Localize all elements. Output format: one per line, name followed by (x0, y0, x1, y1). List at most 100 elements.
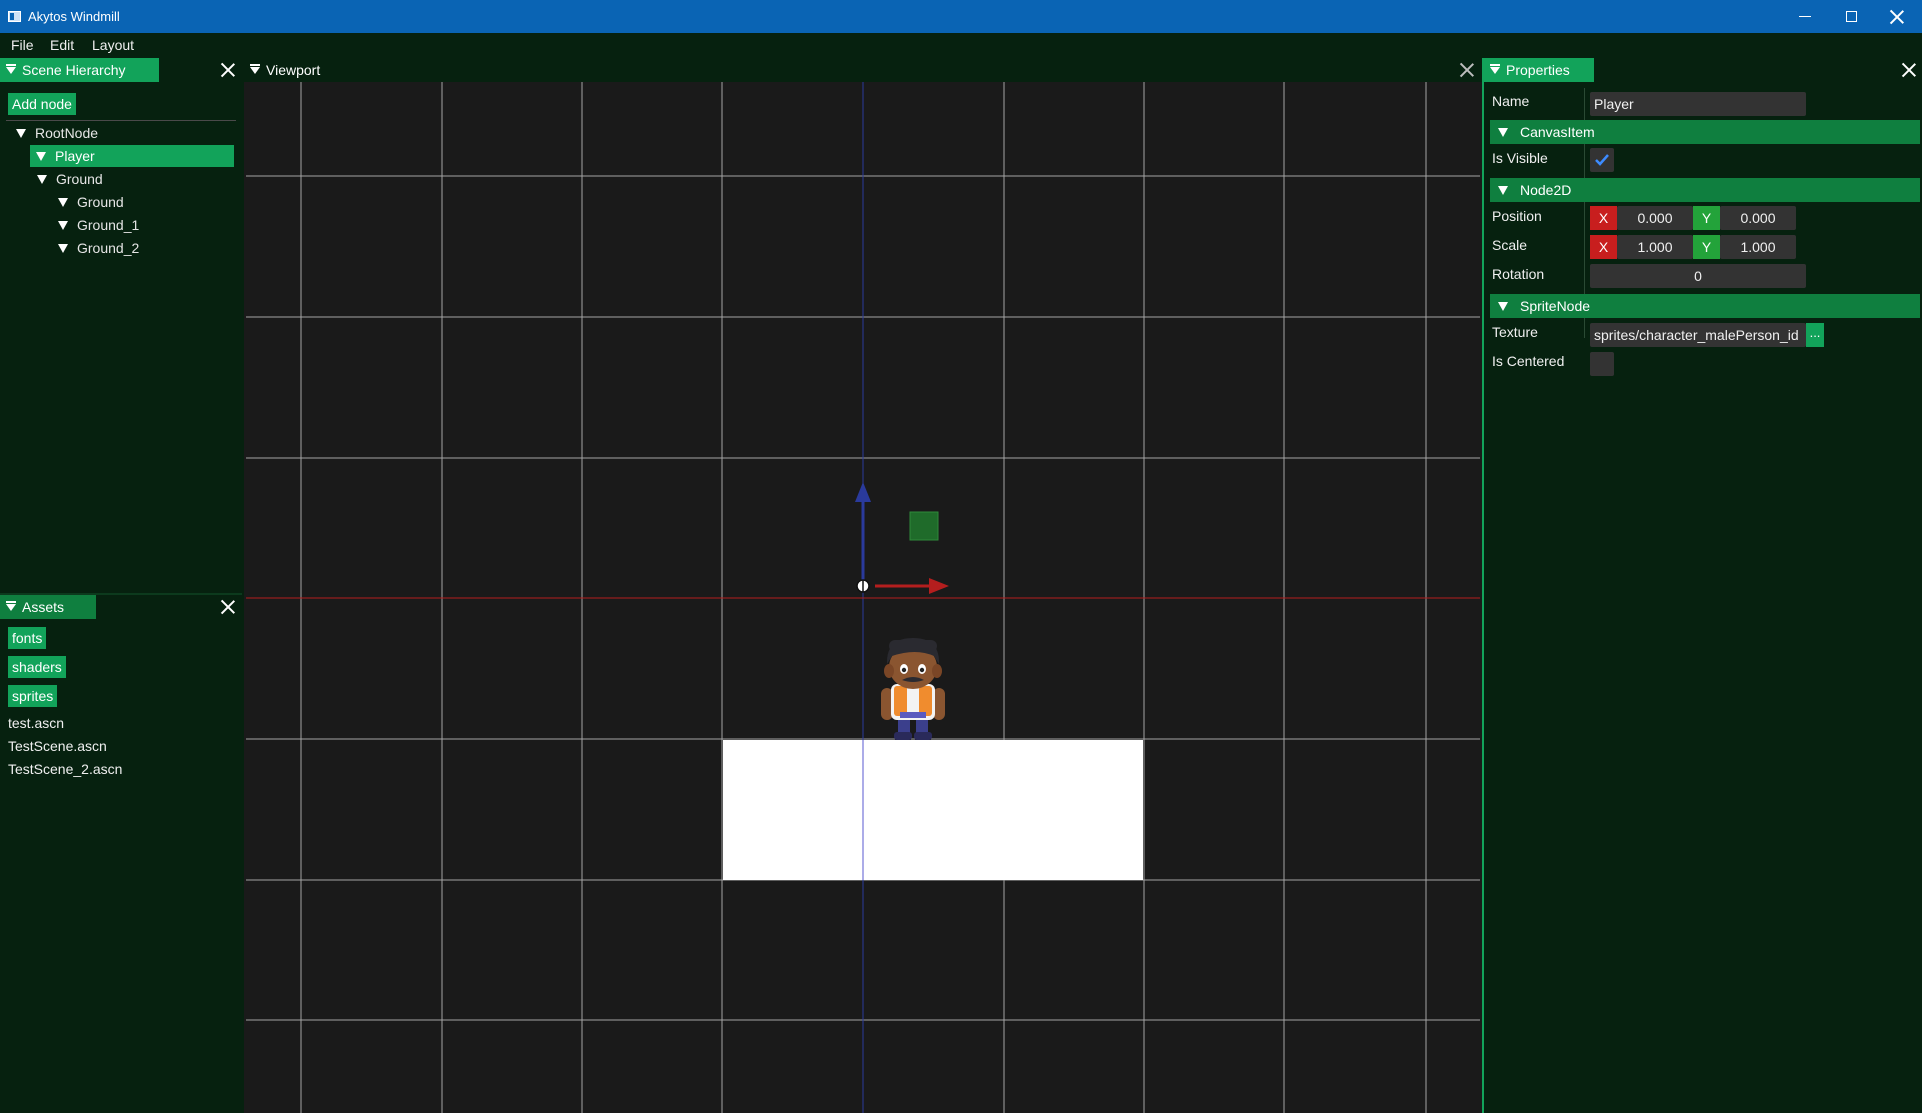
close-icon (1890, 10, 1904, 24)
collapse-menu-icon[interactable] (6, 63, 16, 74)
section-label: Node2D (1520, 182, 1572, 198)
tree-item-player[interactable]: Player (30, 145, 234, 167)
tree-item-label: Ground_2 (77, 240, 140, 256)
collapse-menu-icon[interactable] (6, 600, 16, 611)
tree-item-label: Ground (77, 194, 124, 210)
name-label: Name (1492, 93, 1530, 109)
tab-label: Scene Hierarchy (22, 62, 126, 78)
texture-field[interactable]: sprites/character_malePerson_id (1590, 323, 1806, 347)
section-label: SpriteNode (1520, 298, 1591, 314)
scale-x-field[interactable]: 1.000 (1617, 235, 1693, 259)
tree-item-ground[interactable]: Ground (37, 168, 103, 190)
section-canvasitem[interactable]: CanvasItem (1490, 120, 1920, 144)
tab-viewport[interactable]: Viewport (244, 58, 334, 82)
close-icon (1460, 63, 1474, 77)
position-y-badge: Y (1693, 206, 1720, 230)
add-node-button[interactable]: Add node (8, 93, 76, 115)
is-centered-label: Is Centered (1492, 353, 1565, 369)
maximize-icon (1845, 11, 1857, 22)
tree-item-label: Player (55, 148, 95, 164)
scale-label: Scale (1492, 237, 1528, 253)
folder-shaders[interactable]: shaders (8, 656, 66, 678)
expand-arrow-icon[interactable] (58, 197, 68, 207)
gizmo-y-arrow-head (855, 482, 871, 502)
expand-arrow-icon[interactable] (1498, 301, 1508, 311)
menu-edit[interactable]: Edit (50, 37, 74, 53)
tab-assets[interactable]: Assets (0, 595, 96, 619)
expand-arrow-icon[interactable] (1498, 185, 1508, 195)
app-icon (8, 11, 21, 22)
viewport-panel: Viewport (242, 58, 1482, 1113)
tab-label: Viewport (266, 62, 321, 78)
close-icon (1902, 63, 1916, 77)
tree-item-ground-1[interactable]: Ground_1 (58, 214, 139, 236)
is-centered-checkbox[interactable] (1590, 352, 1614, 376)
tree-item-label: Ground (56, 171, 103, 187)
gizmo-x-arrow-head (929, 578, 949, 594)
asset-file-test[interactable]: test.ascn (8, 715, 64, 731)
expand-arrow-icon[interactable] (58, 220, 68, 230)
position-x-field[interactable]: 0.000 (1617, 206, 1693, 230)
menu-file[interactable]: File (11, 37, 34, 53)
ground-sprite (723, 740, 1143, 880)
tab-label: Assets (22, 599, 65, 615)
asset-file-testscene-2[interactable]: TestScene_2.ascn (8, 761, 122, 777)
folder-sprites[interactable]: sprites (8, 685, 58, 707)
tree-item-label: Ground_1 (77, 217, 140, 233)
close-icon (221, 63, 235, 77)
close-window-button[interactable] (1874, 0, 1920, 33)
tree-item-rootnode[interactable]: RootNode (16, 122, 98, 144)
scale-y-field[interactable]: 1.000 (1720, 235, 1796, 259)
tab-properties[interactable]: Properties (1484, 58, 1594, 82)
scene-hierarchy-panel: Scene Hierarchy Add node RootNode Player… (0, 58, 242, 591)
panel-header: Assets (0, 593, 242, 619)
minimize-button[interactable] (1782, 0, 1828, 33)
expand-arrow-icon[interactable] (58, 243, 68, 253)
section-node2d[interactable]: Node2D (1490, 178, 1920, 202)
texture-label: Texture (1492, 324, 1538, 340)
minimize-icon (1799, 16, 1811, 17)
properties-panel: Properties Name Player CanvasItem Is Vis… (1482, 58, 1922, 1113)
divider (6, 120, 236, 121)
menu-layout[interactable]: Layout (92, 37, 134, 53)
expand-arrow-icon[interactable] (37, 174, 47, 184)
folder-fonts[interactable]: fonts (8, 627, 47, 649)
tree-item-ground-2[interactable]: Ground_2 (58, 237, 139, 259)
checkmark-icon (1595, 154, 1609, 166)
position-x-badge: X (1590, 206, 1617, 230)
is-visible-label: Is Visible (1492, 150, 1548, 166)
close-icon (221, 600, 235, 614)
expand-arrow-icon[interactable] (1498, 127, 1508, 137)
name-field[interactable]: Player (1590, 92, 1806, 116)
maximize-button[interactable] (1828, 0, 1874, 33)
expand-arrow-icon[interactable] (36, 151, 46, 161)
is-visible-checkbox[interactable] (1590, 148, 1614, 172)
tree-item-label: RootNode (35, 125, 99, 141)
scene-canvas[interactable] (246, 82, 1480, 1113)
title-bar[interactable]: Akytos Windmill (0, 0, 1922, 33)
rotation-field[interactable]: 0 (1590, 264, 1806, 288)
asset-file-testscene[interactable]: TestScene.ascn (8, 738, 107, 754)
assets-panel: Assets fonts shaders sprites test.ascn T… (0, 593, 242, 1113)
section-spritenode[interactable]: SpriteNode (1490, 294, 1920, 318)
close-panel-button[interactable] (1460, 63, 1474, 77)
tree-item-ground-child[interactable]: Ground (58, 191, 124, 213)
collapse-menu-icon[interactable] (1490, 63, 1500, 74)
section-label: CanvasItem (1520, 124, 1595, 140)
menu-bar: File Edit Layout (0, 33, 1922, 58)
texture-browse-button[interactable]: ... (1806, 323, 1824, 347)
position-y-field[interactable]: 0.000 (1720, 206, 1796, 230)
panel-header: Properties (1484, 58, 1922, 82)
scale-x-badge: X (1590, 235, 1617, 259)
close-panel-button[interactable] (1902, 63, 1916, 77)
position-label: Position (1492, 208, 1542, 224)
panel-header: Scene Hierarchy (0, 58, 242, 82)
close-panel-button[interactable] (221, 63, 235, 77)
scale-y-badge: Y (1693, 235, 1720, 259)
gizmo-xy-handle (909, 511, 939, 541)
collapse-menu-icon[interactable] (250, 63, 260, 74)
expand-arrow-icon[interactable] (16, 128, 26, 138)
close-panel-button[interactable] (221, 600, 235, 614)
tab-scene-hierarchy[interactable]: Scene Hierarchy (0, 58, 159, 82)
tab-label: Properties (1506, 62, 1570, 78)
